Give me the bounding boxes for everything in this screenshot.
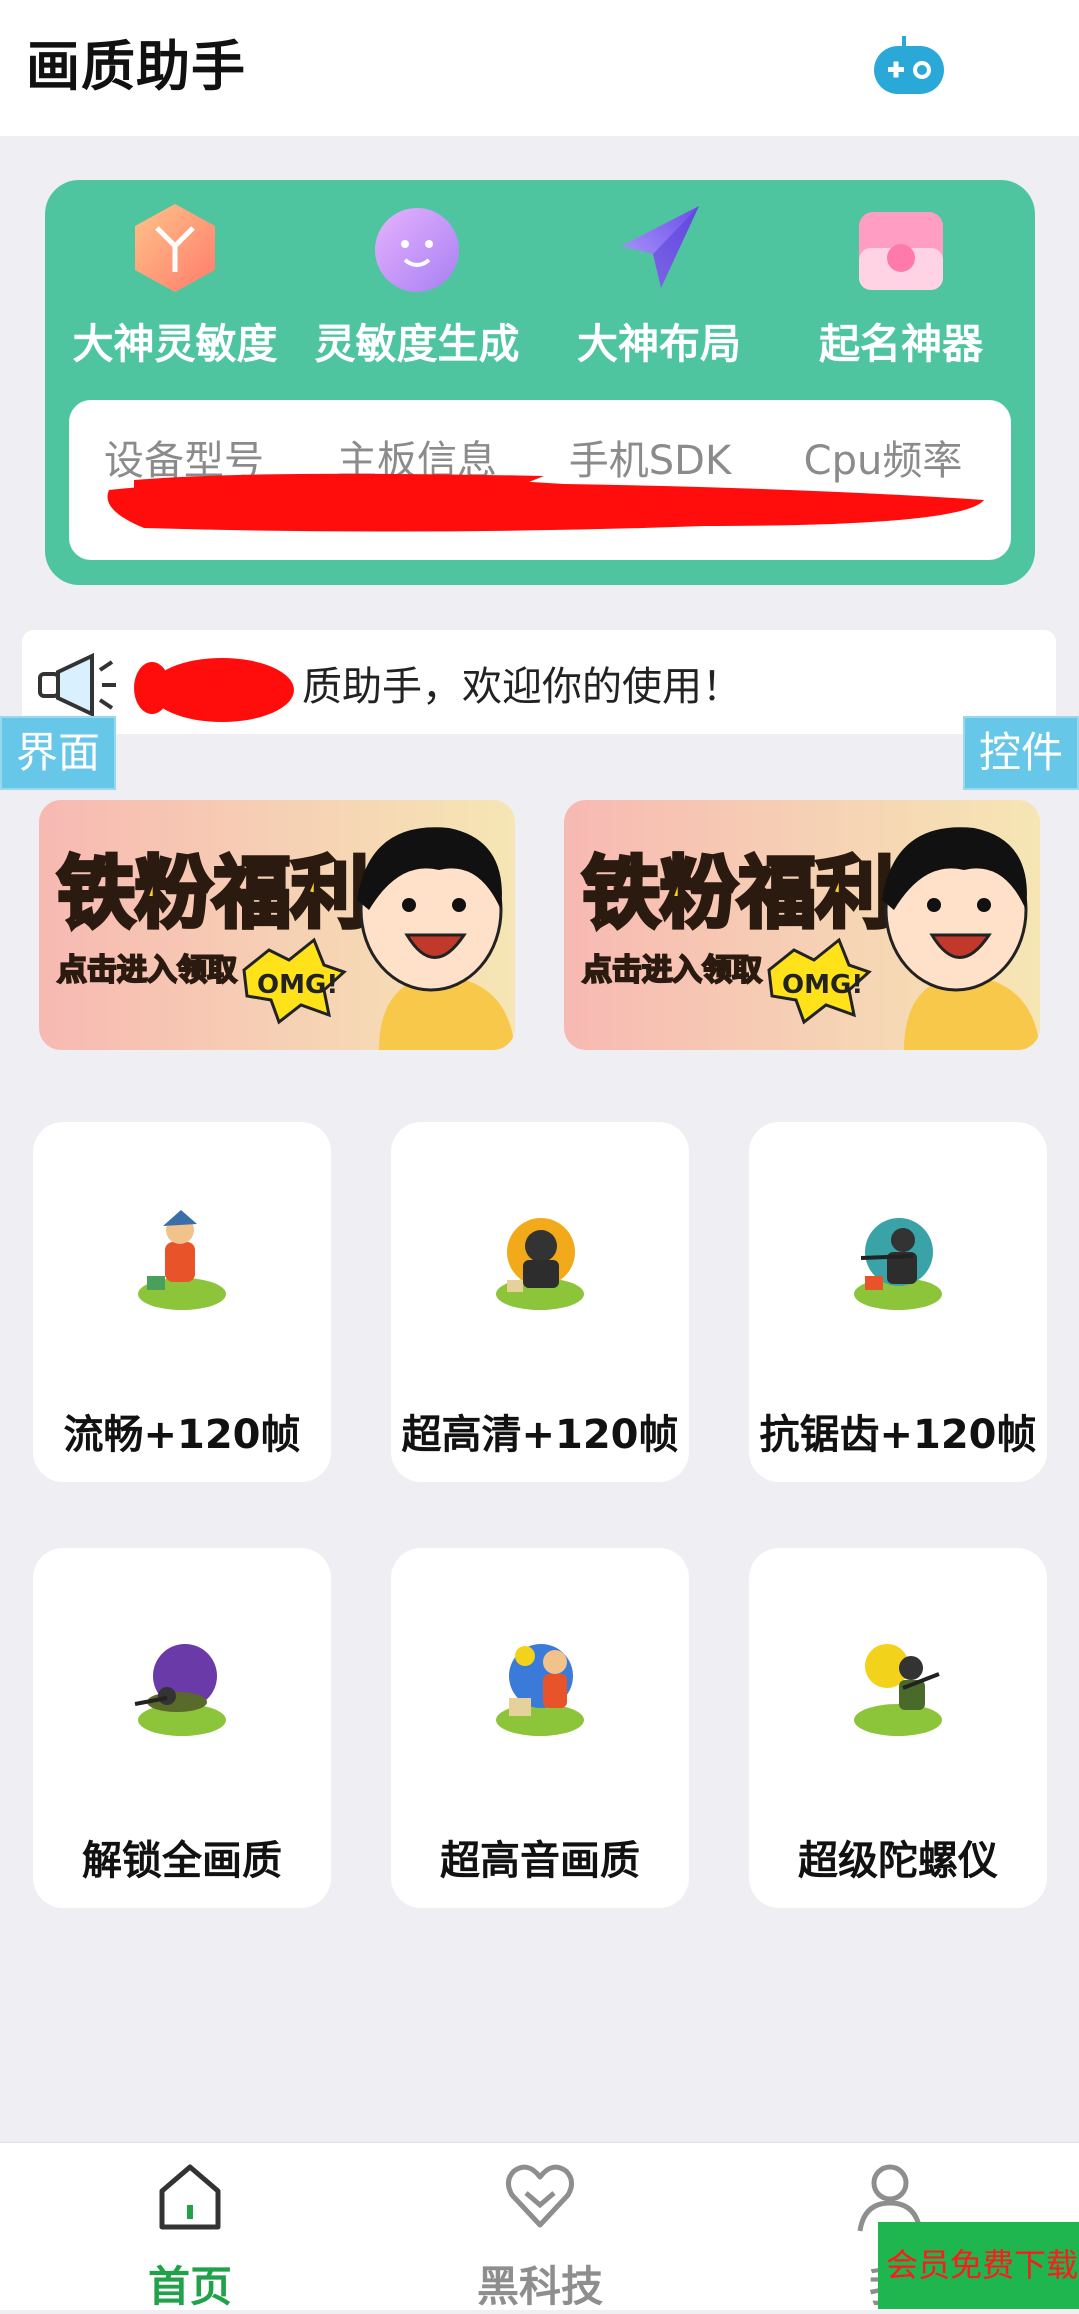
notice-bar[interactable]: 质助手，欢迎你的使用！ xyxy=(22,630,1056,734)
interface-tag[interactable]: 界面 xyxy=(0,716,117,790)
tool-sensitivity-generate[interactable]: 灵敏度生成 xyxy=(297,202,537,372)
mode-label: 抗锯齿+120帧 xyxy=(759,1412,1037,1458)
banner-badge: OMG! xyxy=(257,970,338,1000)
banner-subtitle: 点击进入领取 xyxy=(582,953,762,988)
tool-label: 大神布局 xyxy=(577,320,741,368)
mode-label: 超高音画质 xyxy=(440,1838,640,1884)
mode-label: 解锁全画质 xyxy=(82,1838,282,1884)
fan-welfare-banner[interactable]: 铁粉福利 点击进入领取 OMG! xyxy=(564,800,1040,1050)
app-title: 画质助手 xyxy=(26,35,246,98)
mode-ultra-hd-120fps[interactable]: 超高清+120帧 xyxy=(391,1122,689,1482)
game-character-icon xyxy=(854,1218,942,1310)
tool-layout[interactable]: 大神布局 xyxy=(539,202,779,372)
tool-label: 灵敏度生成 xyxy=(314,320,520,368)
card-icon xyxy=(859,212,943,290)
banner-title: 铁粉福利 xyxy=(57,849,369,939)
redaction-blot xyxy=(134,658,294,722)
banner-badge: OMG! xyxy=(782,970,863,1000)
vip-download-promo[interactable]: 会员免费下载 xyxy=(878,2222,1079,2309)
device-info-panel: 设备型号 主板信息 手机SDK Cpu频率 xyxy=(69,400,1011,560)
cube-icon xyxy=(135,204,215,292)
megaphone-icon xyxy=(38,652,116,718)
gamepad-icon[interactable] xyxy=(872,34,946,98)
notice-text: 质助手，欢迎你的使用！ xyxy=(302,664,742,710)
mode-label: 超高清+120帧 xyxy=(401,1412,679,1458)
nav-label: 首页 xyxy=(147,2262,232,2311)
game-character-icon xyxy=(496,1218,584,1310)
tool-name-generator[interactable]: 起名神器 xyxy=(781,202,1021,372)
heart-icon xyxy=(506,2164,574,2228)
nav-home[interactable]: 首页 xyxy=(90,2161,290,2311)
tool-label: 起名神器 xyxy=(819,320,983,368)
mode-label: 流畅+120帧 xyxy=(63,1412,301,1458)
game-character-icon xyxy=(138,1210,226,1310)
mode-super-gyroscope[interactable]: 超级陀螺仪 xyxy=(749,1548,1047,1908)
mode-unlock-all-quality[interactable]: 解锁全画质 xyxy=(33,1548,331,1908)
mode-anti-aliasing-120fps[interactable]: 抗锯齿+120帧 xyxy=(749,1122,1047,1482)
fan-welfare-banner[interactable]: 铁粉福利 点击进入领取 OMG! xyxy=(39,800,515,1050)
widget-tag[interactable]: 控件 xyxy=(962,716,1079,790)
top-app-bar: 画质助手 xyxy=(0,0,1079,136)
game-character-icon xyxy=(854,1644,942,1736)
tools-card: 大神灵敏度 灵敏度生成 大神布局 起名神器 设备型号 主板信息 手机SDK Cp… xyxy=(45,180,1035,585)
paper-plane-icon xyxy=(621,206,699,288)
mode-ultra-audio-quality[interactable]: 超高音画质 xyxy=(391,1548,689,1908)
nav-label: 黑科技 xyxy=(476,2262,603,2311)
mode-smooth-120fps[interactable]: 流畅+120帧 xyxy=(33,1122,331,1482)
banner-title: 铁粉福利 xyxy=(582,849,894,939)
tool-label: 大神灵敏度 xyxy=(72,320,278,368)
banner-subtitle: 点击进入领取 xyxy=(57,953,237,988)
smiley-icon xyxy=(375,208,459,292)
nav-black-tech[interactable]: 黑科技 xyxy=(440,2161,640,2311)
mode-label: 超级陀螺仪 xyxy=(798,1838,998,1884)
game-character-icon xyxy=(134,1644,226,1736)
home-icon xyxy=(159,2164,221,2230)
game-character-icon xyxy=(496,1644,584,1736)
redaction-scribble xyxy=(107,473,985,532)
tool-sensitivity[interactable]: 大神灵敏度 xyxy=(55,202,295,372)
